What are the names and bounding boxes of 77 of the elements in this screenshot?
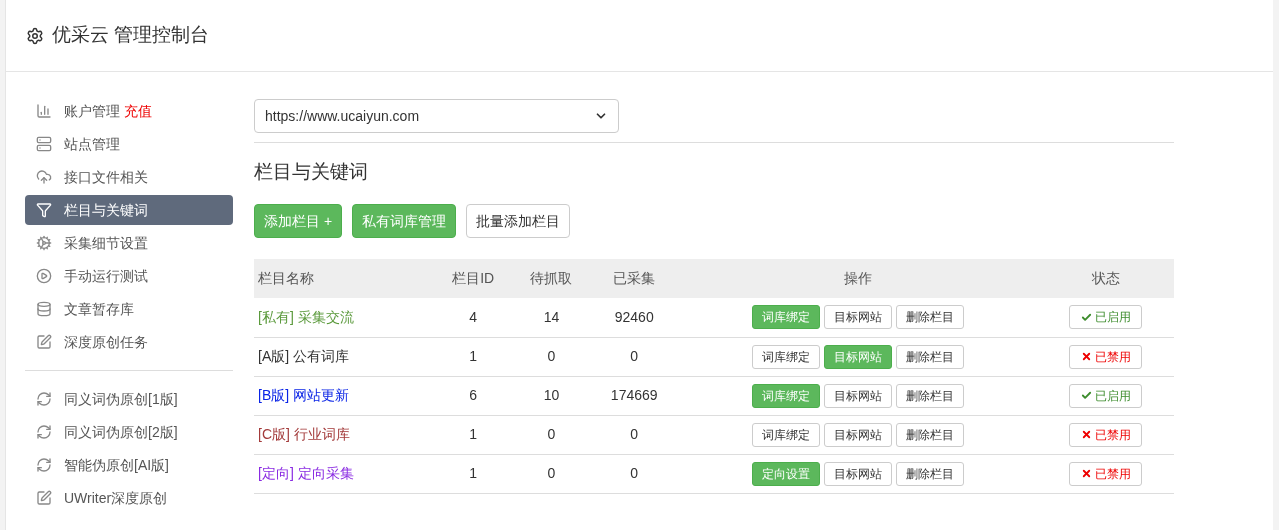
table-cell: 4 — [469, 308, 478, 325]
status-button[interactable]: 已禁用 — [1069, 422, 1143, 447]
status-button[interactable]: 已启用 — [1069, 383, 1143, 408]
sidebar-item[interactable]: 智能伪原创[AI版] — [25, 450, 233, 480]
sidebar-item[interactable]: 站点管理 — [25, 129, 233, 159]
cross-icon — [1080, 468, 1092, 479]
check-icon — [1080, 311, 1092, 323]
table-cell: 0 — [630, 465, 639, 481]
table-cell: 0 — [547, 348, 556, 364]
table-cell: 0 — [630, 426, 639, 442]
settings-icon — [26, 26, 44, 45]
action-button[interactable]: 删除栏目 — [895, 344, 964, 369]
sidebar-item[interactable]: 账户管理 充值 — [25, 96, 233, 126]
table-cell: 1 — [469, 426, 478, 442]
category-name[interactable]: [私有] 采集交流 — [258, 308, 354, 325]
app-title: 优采云 管理控制台 — [52, 23, 210, 48]
recharge-link[interactable]: 充值 — [124, 100, 152, 122]
section-title: 栏目与关键词 — [254, 160, 369, 184]
sidebar-item[interactable]: 深度原创任务 — [25, 327, 233, 357]
table-cell: 1 — [469, 465, 478, 481]
cross-icon — [1080, 429, 1092, 440]
cross-icon — [1080, 351, 1092, 362]
status-button[interactable]: 已禁用 — [1069, 344, 1143, 369]
action-button[interactable]: 目标网站 — [823, 422, 892, 447]
table-cell: 1 — [469, 348, 478, 364]
column-header: 操作 — [843, 270, 872, 286]
refresh-icon — [36, 424, 52, 440]
sidebar-item[interactable]: 手动运行测试 — [25, 261, 233, 291]
play-icon — [36, 268, 52, 284]
edit-icon — [36, 334, 52, 350]
table-cell: 14 — [543, 308, 560, 325]
action-button[interactable]: 删除栏目 — [895, 305, 964, 330]
column-header: 待抓取 — [530, 270, 573, 286]
bar-chart-icon — [36, 103, 52, 119]
refresh-icon — [36, 391, 52, 407]
sidebar-item[interactable]: 同义词伪原创[1版] — [25, 384, 233, 414]
column-header: 栏目名称 — [258, 270, 314, 286]
sidebar-item[interactable]: 接口文件相关 — [25, 162, 233, 192]
action-button[interactable]: 词库绑定 — [751, 344, 820, 369]
sidebar-item[interactable]: 同义词伪原创[2版] — [25, 417, 233, 447]
table-cell: 0 — [547, 465, 556, 481]
category-name[interactable]: [B版] 网站更新 — [258, 387, 349, 403]
server-icon — [36, 136, 52, 152]
action-button[interactable]: 词库绑定 — [751, 422, 820, 447]
sidebar-item[interactable]: 栏目与关键词 — [25, 195, 233, 225]
category-name[interactable]: [C版] 行业词库 — [258, 426, 350, 442]
action-button[interactable]: 目标网站 — [823, 383, 892, 408]
sidebar-item[interactable]: UWriter深度原创 — [25, 483, 233, 513]
action-button[interactable]: 目标网站 — [823, 305, 892, 330]
action-button[interactable]: 删除栏目 — [895, 422, 964, 447]
table-cell: 92460 — [614, 308, 654, 325]
refresh-icon — [36, 457, 52, 473]
column-header: 已采集 — [613, 270, 656, 286]
table-cell: 0 — [547, 426, 556, 442]
action-button[interactable]: 删除栏目 — [895, 461, 964, 486]
column-header: 状态 — [1091, 270, 1120, 286]
category-name[interactable]: [A版] 公有词库 — [258, 348, 349, 364]
table-cell: 6 — [469, 387, 478, 403]
status-button[interactable]: 已启用 — [1069, 305, 1143, 330]
toolbar-button[interactable]: 批量添加栏目 — [466, 204, 571, 238]
table-cell: 10 — [543, 387, 560, 403]
gears-icon — [36, 235, 52, 251]
action-button[interactable]: 目标网站 — [823, 461, 892, 486]
edit-icon — [36, 490, 52, 506]
filter-icon — [36, 202, 52, 218]
check-icon — [1080, 390, 1092, 401]
category-name[interactable]: [定向] 定向采集 — [258, 465, 354, 481]
database-icon — [36, 301, 52, 317]
table-cell: 0 — [630, 348, 639, 364]
sidebar-item[interactable]: 采集细节设置 — [25, 228, 233, 258]
status-button[interactable]: 已禁用 — [1069, 461, 1143, 486]
sidebar-item[interactable]: 文章暂存库 — [25, 294, 233, 324]
action-button[interactable]: 删除栏目 — [895, 383, 964, 408]
column-header: 栏目ID — [452, 270, 495, 286]
cloud-upload-icon — [36, 169, 52, 185]
site-select[interactable]: https://www.ucaiyun.com — [254, 99, 619, 133]
table-cell: 174669 — [610, 387, 658, 403]
